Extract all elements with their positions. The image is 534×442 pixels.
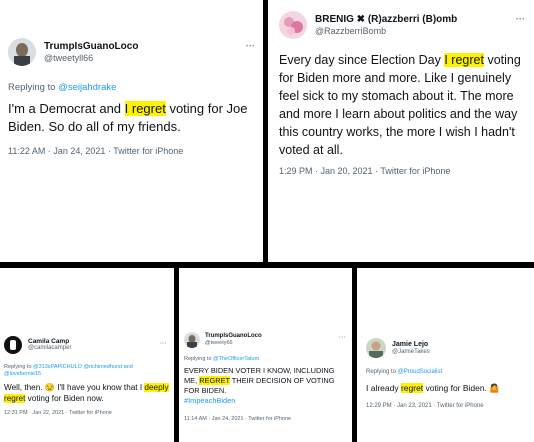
profile-avatar-icon — [366, 338, 386, 358]
avatar[interactable] — [366, 338, 386, 358]
user-names: TrumpIsGuanoLoco @tweety66 — [205, 333, 262, 346]
user-names: TrumpIsGuanoLoco @tweetyll66 — [44, 41, 138, 63]
highlighted-phrase: REGRET — [199, 376, 230, 385]
display-name[interactable]: Jamie Lejo — [392, 341, 430, 349]
reply-prefix: Replying to — [366, 369, 398, 375]
hashtag-link[interactable]: #ImpeachBiden — [184, 396, 235, 405]
guano-avatar-icon — [8, 38, 36, 66]
reply-to-link[interactable]: @TheOfficerTatum — [213, 356, 259, 362]
avatar[interactable] — [279, 11, 307, 39]
tweet-text: Well, then. 😒 I'll have you know that I … — [4, 382, 170, 404]
tweet-text: I'm a Democrat and I regret voting for J… — [8, 100, 260, 136]
highlighted-phrase: I regret — [124, 101, 166, 116]
tweet-text: I already regret voting for Biden. 🤷 — [366, 382, 532, 394]
reply-context: Replying to @ProudSocialist — [366, 369, 442, 375]
reply-context: Replying to @TheOfficerTatum — [184, 356, 259, 362]
guano-avatar-icon — [184, 332, 200, 348]
user-names: BRENIG ✖ (R)azzberri (B)omb @RazzberriBo… — [315, 14, 457, 36]
display-name[interactable]: TrumpIsGuanoLoco — [44, 41, 138, 53]
user-handle[interactable]: @camilacamper — [28, 345, 71, 352]
reply-to-link[interactable]: @ProudSocialist — [398, 369, 442, 375]
display-name[interactable]: BRENIG ✖ (R)azzberri (B)omb — [315, 14, 457, 26]
tweet-meta[interactable]: 11:22 AM · Jan 24, 2021 · Twitter for iP… — [8, 146, 183, 156]
user-names: Camila Camp @camilacamper — [28, 338, 71, 352]
highlighted-phrase: I regret — [444, 53, 484, 67]
text-before: Every day since Election Day — [279, 53, 445, 67]
flower-avatar-icon — [279, 11, 307, 39]
tweet-header: TrumpIsGuanoLoco @tweetyll66 — [8, 38, 138, 66]
reply-prefix: Replying to — [8, 82, 59, 93]
tweet-text: Every day since Election Day I regret vo… — [279, 51, 531, 159]
text-before: I already — [366, 383, 401, 393]
tweet-card-5: Jamie Lejo @JamieTakes Replying to @Prou… — [357, 268, 534, 442]
tweet-card-3: Camila Camp @camilacamper ••• Replying t… — [0, 268, 174, 442]
reply-to-link[interactable]: @seijahdrake — [58, 82, 116, 93]
user-handle[interactable]: @RazzberriBomb — [315, 26, 457, 36]
user-handle[interactable]: @tweety66 — [205, 340, 262, 346]
tweet-header: Jamie Lejo @JamieTakes — [366, 338, 430, 358]
more-options-icon[interactable]: ••• — [339, 334, 346, 339]
reply-context: Replying to @313sPAPICHULO @richimedhurs… — [4, 364, 164, 378]
user-handle[interactable]: @JamieTakes — [392, 349, 430, 356]
tweet-meta[interactable]: 1:29 PM · Jan 20, 2021 · Twitter for iPh… — [279, 166, 450, 176]
tweet-card-2: BRENIG ✖ (R)azzberri (B)omb @RazzberriBo… — [268, 0, 534, 262]
user-handle[interactable]: @tweetyll66 — [44, 53, 138, 63]
tweet-header: Camila Camp @camilacamper — [4, 336, 71, 354]
highlighted-phrase: regret — [400, 383, 424, 393]
avatar[interactable] — [8, 38, 36, 66]
reply-prefix: Replying to — [184, 356, 214, 362]
more-options-icon[interactable]: ••• — [516, 17, 525, 23]
tweet-meta[interactable]: 11:14 AM · Jan 24, 2021 · Twitter for iP… — [184, 416, 291, 422]
avatar[interactable] — [184, 332, 200, 348]
text-after: voting for Biden. 🤷 — [423, 383, 500, 393]
reply-prefix: Replying to — [4, 364, 34, 370]
tweet-text: EVERY BIDEN VOTER I KNOW, INCLUDING ME, … — [184, 366, 348, 406]
fist-avatar-icon — [4, 336, 22, 354]
user-names: Jamie Lejo @JamieTakes — [392, 341, 430, 356]
tweet-header: TrumpIsGuanoLoco @tweety66 — [184, 332, 262, 348]
reply-context: Replying to @seijahdrake — [8, 82, 116, 93]
avatar[interactable] — [4, 336, 22, 354]
tweet-header: BRENIG ✖ (R)azzberri (B)omb @RazzberriBo… — [279, 11, 457, 39]
tweet-meta[interactable]: 12:31 PM · Jan 22, 2021 · Twitter for iP… — [4, 410, 112, 416]
tweet-card-1: TrumpIsGuanoLoco @tweetyll66 ••• Replyin… — [0, 0, 263, 262]
text-after: voting for Biden more and more. Like I g… — [279, 53, 521, 157]
display-name[interactable]: Camila Camp — [28, 338, 71, 345]
more-options-icon[interactable]: ••• — [160, 340, 167, 345]
tweet-meta[interactable]: 12:29 PM · Jan 23, 2021 · Twitter for iP… — [366, 403, 484, 409]
tweet-card-4: TrumpIsGuanoLoco @tweety66 ••• Replying … — [179, 268, 352, 442]
text-before: Well, then. 😒 I'll have you know that I — [4, 383, 145, 392]
text-after: voting for Biden now. — [25, 394, 104, 403]
text-before: I'm a Democrat and — [8, 101, 125, 116]
more-options-icon[interactable]: ••• — [246, 44, 255, 50]
display-name[interactable]: TrumpIsGuanoLoco — [205, 333, 262, 340]
